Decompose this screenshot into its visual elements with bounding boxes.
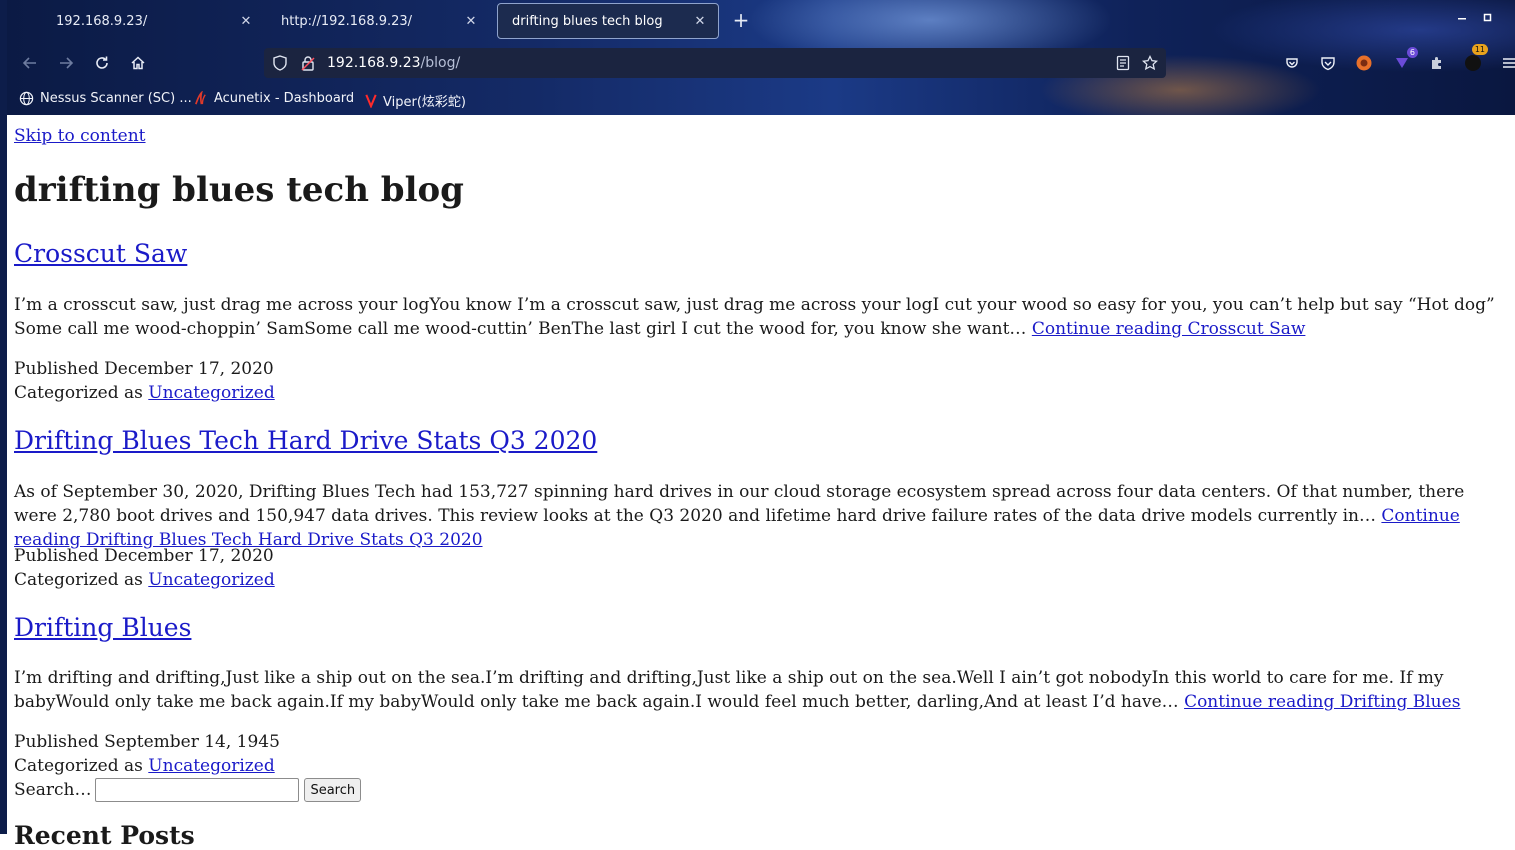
tab-close-icon[interactable]: ✕	[692, 14, 708, 29]
continue-reading-link[interactable]: Continue reading Drifting Blues	[1184, 692, 1460, 712]
bookmark-label: Viper(炫彩蛇)	[383, 95, 466, 110]
minimize-icon[interactable]	[1457, 12, 1467, 26]
bookmark-label: Nessus Scanner (SC) ...	[40, 91, 192, 106]
published-date: Published December 17, 2020	[14, 359, 274, 379]
bookmark-viper[interactable]: Viper(炫彩蛇)	[365, 91, 466, 110]
globe-icon	[19, 91, 34, 106]
browser-chrome: 192.168.9.23/ ✕ http://192.168.9.23/ ✕ d…	[0, 0, 1515, 115]
post-category: Categorized as Uncategorized	[14, 381, 275, 405]
published-date: Published September 14, 1945	[14, 732, 280, 752]
post-meta: Published December 17, 2020 Categorized …	[14, 357, 275, 405]
extension-badge-icon[interactable]: 6	[1392, 47, 1418, 73]
reader-view-icon[interactable]	[1115, 55, 1131, 71]
search-input[interactable]	[95, 778, 300, 802]
foxyproxy-extension-icon[interactable]	[1354, 53, 1374, 73]
tab-ip-root[interactable]: 192.168.9.23/ ✕	[42, 3, 264, 39]
post-title-link[interactable]: Drifting Blues Tech Hard Drive Stats Q3 …	[14, 426, 597, 455]
puzzle-extensions-icon[interactable]	[1427, 53, 1447, 73]
new-tab-button[interactable]: +	[731, 10, 751, 30]
insecure-lock-icon[interactable]	[300, 55, 316, 71]
category-prefix: Categorized as	[14, 570, 143, 590]
category-prefix: Categorized as	[14, 383, 143, 403]
viper-logo-icon	[365, 93, 377, 108]
post-meta: Published December 17, 2020 Categorized …	[14, 544, 275, 592]
window-edge	[0, 0, 7, 834]
url-path: /blog/	[420, 55, 461, 71]
address-bar[interactable]: 192.168.9.23/blog/	[264, 48, 1166, 78]
bookmarks-toolbar: Nessus Scanner (SC) ... Acunetix - Dashb…	[0, 86, 1515, 112]
extension-count-badge: 6	[1406, 47, 1418, 58]
post-title-link[interactable]: Drifting Blues	[14, 613, 191, 642]
tab-title: http://192.168.9.23/	[281, 13, 413, 29]
reload-icon[interactable]	[91, 52, 113, 74]
bookmark-acunetix[interactable]: Acunetix - Dashboard	[193, 91, 354, 106]
maximize-icon[interactable]	[1483, 12, 1493, 26]
bookmark-nessus[interactable]: Nessus Scanner (SC) ...	[19, 91, 192, 106]
published-date: Published December 17, 2020	[14, 546, 274, 566]
excerpt-text: As of September 30, 2020, Drifting Blues…	[14, 482, 1465, 526]
post-category: Categorized as Uncategorized	[14, 568, 275, 592]
post-title: Drifting Blues Tech Hard Drive Stats Q3 …	[14, 426, 597, 455]
home-icon[interactable]	[127, 52, 149, 74]
tracking-protection-shield-icon[interactable]	[272, 55, 288, 71]
post-title: Crosscut Saw	[14, 239, 187, 268]
tab-ip-http[interactable]: http://192.168.9.23/ ✕	[267, 3, 489, 39]
tab-title: 192.168.9.23/	[56, 13, 148, 29]
account-avatar-icon[interactable]: 11	[1463, 44, 1488, 73]
site-title: drifting blues tech blog	[14, 170, 464, 210]
post-meta: Published September 14, 1945 Categorized…	[14, 730, 280, 778]
category-link[interactable]: Uncategorized	[148, 570, 274, 590]
bookmark-label: Acunetix - Dashboard	[214, 91, 355, 106]
continue-reading-link[interactable]: Continue reading Crosscut Saw	[1032, 319, 1306, 339]
search-form: Search… Search	[14, 778, 362, 802]
category-prefix: Categorized as	[14, 756, 143, 776]
post-title: Drifting Blues	[14, 613, 191, 642]
search-label: Search…	[14, 780, 92, 800]
post-excerpt: I’m a crosscut saw, just drag me across …	[14, 293, 1508, 341]
post-category: Categorized as Uncategorized	[14, 754, 280, 778]
notification-count-badge: 11	[1471, 44, 1488, 55]
shield-pocket-icon[interactable]	[1318, 53, 1338, 73]
hamburger-menu-icon[interactable]	[1499, 53, 1515, 73]
recent-posts-heading: Recent Posts	[14, 821, 195, 850]
tab-close-icon[interactable]: ✕	[463, 14, 479, 29]
post-excerpt: I’m drifting and drifting,Just like a sh…	[14, 666, 1508, 714]
acunetix-logo-icon	[193, 91, 208, 106]
forward-arrow-icon[interactable]	[55, 52, 77, 74]
tab-blog-active[interactable]: drifting blues tech blog ✕	[497, 3, 719, 39]
tab-title: drifting blues tech blog	[512, 13, 663, 29]
category-link[interactable]: Uncategorized	[148, 383, 274, 403]
search-button[interactable]: Search	[304, 778, 362, 802]
bookmark-star-icon[interactable]	[1142, 55, 1158, 71]
back-arrow-icon[interactable]	[19, 52, 41, 74]
post-excerpt: As of September 30, 2020, Drifting Blues…	[14, 480, 1508, 552]
tab-close-icon[interactable]: ✕	[238, 14, 254, 29]
category-link[interactable]: Uncategorized	[148, 756, 274, 776]
skip-to-content-link[interactable]: Skip to content	[14, 126, 146, 146]
post-title-link[interactable]: Crosscut Saw	[14, 239, 187, 268]
pocket-save-icon[interactable]	[1282, 53, 1302, 73]
url-text[interactable]: 192.168.9.23/blog/	[327, 55, 460, 71]
url-host: 192.168.9.23	[327, 55, 421, 71]
